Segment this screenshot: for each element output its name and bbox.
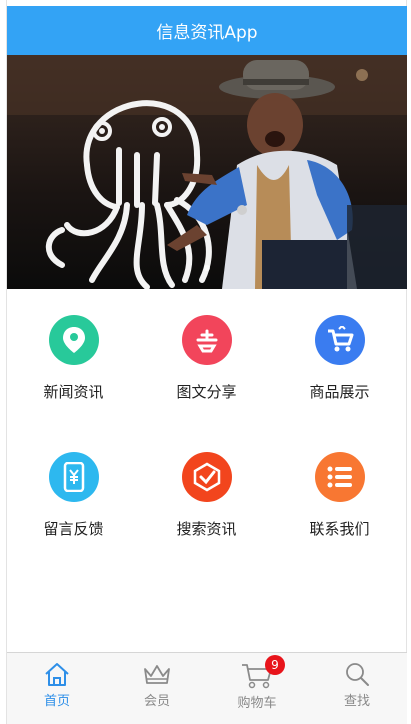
grid-item-search[interactable]: 搜索资讯: [140, 452, 273, 539]
share-icon: [181, 315, 232, 365]
carousel-dot[interactable]: [204, 265, 210, 271]
crown-icon: [144, 665, 170, 684]
grid-item-share[interactable]: 图文分享: [140, 315, 273, 402]
app-frame: 信息资讯App 新闻资讯 图文分享 商品展示 留言反馈 搜索资讯 联系我们 首页…: [6, 0, 407, 724]
list-icon: [314, 452, 365, 502]
cart-count-badge: 9: [265, 655, 285, 675]
grid-item-products[interactable]: 商品展示: [273, 315, 406, 402]
home-icon: [45, 663, 69, 686]
grid-label: 搜索资讯: [176, 520, 237, 538]
grid-label: 留言反馈: [43, 520, 104, 538]
grid-label: 联系我们: [309, 520, 370, 538]
grid-item-feedback[interactable]: 留言反馈: [7, 452, 140, 539]
tab-label: 查找: [343, 694, 370, 709]
search-icon: [346, 663, 369, 686]
app-header: 信息资讯App: [7, 6, 407, 55]
grid-label: 图文分享: [176, 383, 237, 401]
app-title: 信息资讯App: [156, 23, 258, 43]
tab-label: 会员: [143, 694, 170, 709]
bottom-tab-bar: 首页 会员 9 购物车 查找: [7, 652, 407, 724]
tab-label: 购物车: [237, 696, 277, 711]
location-pin-icon: [48, 315, 99, 365]
tab-search[interactable]: 查找: [307, 653, 407, 724]
tab-cart[interactable]: 9 购物车: [207, 653, 307, 724]
banner-carousel[interactable]: [7, 55, 407, 289]
grid-label: 商品展示: [309, 383, 370, 401]
tab-member[interactable]: 会员: [107, 653, 207, 724]
grid-item-contact[interactable]: 联系我们: [273, 452, 406, 539]
phone-yen-icon: [48, 452, 99, 502]
grid-item-news[interactable]: 新闻资讯: [7, 315, 140, 402]
banner-image: [7, 55, 407, 289]
grid-label: 新闻资讯: [43, 383, 104, 401]
cart-icon: [314, 315, 365, 365]
check-hexagon-icon: [181, 452, 232, 502]
tab-label: 首页: [43, 694, 70, 709]
tab-home[interactable]: 首页: [7, 653, 107, 724]
